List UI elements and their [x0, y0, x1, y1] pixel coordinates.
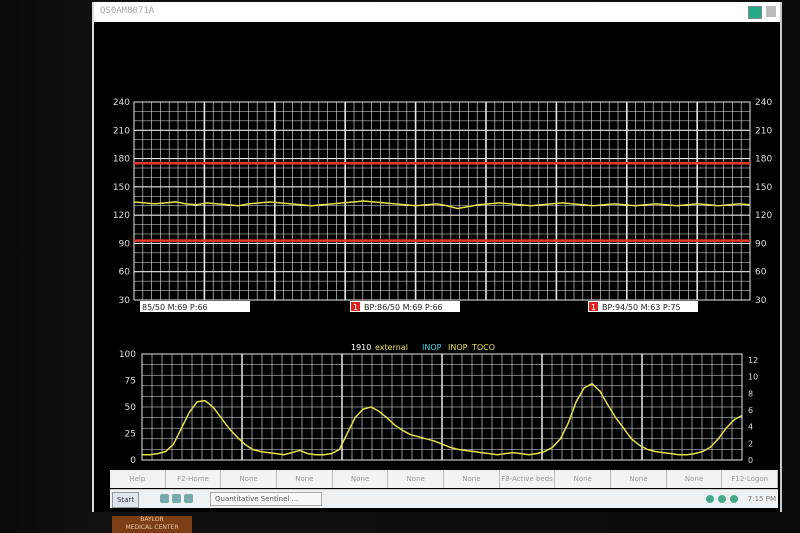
- y-tick-label: 150: [113, 183, 130, 193]
- y-tick-label: 4: [748, 423, 753, 432]
- bp-status-boxes: 85/50 M:69 P:66 1 BP:86/50 M:69 P:66 1 BP:94…: [140, 301, 698, 312]
- toco-label: TOCO: [471, 343, 495, 352]
- y-tick-label: 6: [748, 406, 753, 415]
- y-tick-label: 2: [748, 439, 753, 448]
- hospital-sticker: BAYLOR MEDICAL CENTER: [112, 516, 192, 533]
- sticker-line-1: BAYLOR: [140, 516, 164, 523]
- y-tick-label: 180: [113, 155, 130, 165]
- y-tick-label: 210: [113, 126, 130, 136]
- fkey-button[interactable]: Help: [110, 470, 166, 488]
- fkey-button[interactable]: F12-Logon: [722, 470, 779, 488]
- toco-source: external: [375, 343, 408, 352]
- fkey-button[interactable]: F8-Active beds: [500, 470, 556, 488]
- y-tick-label: 8: [748, 389, 753, 398]
- y-tick-label: 150: [755, 183, 772, 193]
- fkey-button[interactable]: None: [611, 470, 667, 488]
- window-close-icon[interactable]: [766, 6, 776, 17]
- function-key-bar: Help F2-Home None None None None None F8-Active…: [110, 470, 779, 488]
- y-tick-label: 75: [125, 377, 136, 387]
- y-tick-label: 60: [755, 268, 767, 278]
- bp-status-box: 85/50 M:69 P:66: [140, 301, 250, 312]
- vitals-y-axis-left: 240 210 180 150 120 90 60 30: [113, 98, 130, 306]
- start-button[interactable]: Start: [112, 492, 140, 508]
- window-control-icon[interactable]: [748, 6, 762, 19]
- toco-chart: 1910 external INOP INOP TOCO 1007550250 …: [119, 343, 758, 466]
- system-tray: 7:15 PM: [666, 492, 776, 506]
- window-titlebar: QS0AM8071A: [94, 2, 780, 22]
- fkey-button[interactable]: None: [388, 470, 445, 488]
- toco-time: 1910: [351, 343, 371, 352]
- y-tick-label: 100: [119, 350, 136, 360]
- alarm-flag-label: 1: [353, 303, 358, 312]
- tray-clock: 7:15 PM: [747, 495, 776, 503]
- alarm-flag-label: 1: [591, 303, 596, 312]
- browser-icon[interactable]: [172, 494, 181, 503]
- bp-status-box: 1 BP:94/50 M:63 P:75: [588, 301, 698, 312]
- taskbar-item-quantitative-sentinel[interactable]: Quantitative Sentinel ...: [210, 492, 322, 506]
- bp-status-text: BP:94/50 M:63 P:75: [602, 303, 681, 312]
- fkey-button[interactable]: None: [555, 470, 612, 488]
- monitor-screen: QS0AM8071A 240 210 180 150 120 90 60 30 240 210 1…: [92, 2, 782, 512]
- y-tick-label: 90: [755, 239, 767, 249]
- tray-network-icon[interactable]: [705, 495, 714, 503]
- fkey-button[interactable]: None: [221, 470, 278, 488]
- fkey-button[interactable]: None: [333, 470, 389, 488]
- fkey-button[interactable]: None: [444, 470, 500, 488]
- windows-taskbar: Start Quantitative Sentinel ... 7:15 PM: [110, 489, 778, 508]
- fkey-button[interactable]: None: [277, 470, 333, 488]
- fkey-button[interactable]: F2-Home: [166, 470, 222, 488]
- toco-y-axis-left: 100 75 50 25 0: [119, 350, 136, 466]
- bp-status-box: 1 BP:86/50 M:69 P:66: [350, 301, 460, 312]
- app-icon[interactable]: [184, 494, 193, 503]
- vitals-chart-grid: [133, 101, 751, 301]
- y-tick-label: 12: [748, 356, 758, 365]
- sticker-line-2: MEDICAL CENTER: [125, 524, 179, 531]
- bp-status-text: 85/50 M:69 P:66: [142, 303, 208, 312]
- y-tick-label: 120: [113, 211, 130, 221]
- y-tick-label: 120: [755, 211, 772, 221]
- y-tick-label: 240: [113, 98, 130, 108]
- y-tick-label: 240: [755, 98, 772, 108]
- toco-header: 1910 external INOP INOP TOCO: [351, 343, 495, 352]
- y-tick-label: 60: [119, 268, 131, 278]
- tray-update-icon[interactable]: [729, 495, 738, 503]
- start-label: Start: [117, 496, 135, 504]
- bp-status-text: BP:86/50 M:69 P:66: [364, 303, 443, 312]
- toco-y-axis-right: 12 10 8 6 4 2 0: [748, 356, 758, 465]
- window-title: QS0AM8071A: [100, 6, 155, 16]
- y-tick-label: 0: [130, 456, 136, 466]
- y-tick-label: 30: [755, 296, 767, 306]
- toco-status-1: INOP: [422, 343, 442, 352]
- toco-status-2: INOP: [448, 343, 468, 352]
- vitals-trend-chart: 240 210 180 150 120 90 60 30 240 210 180 150 120 90 6…: [113, 98, 772, 312]
- quick-launch: [160, 494, 204, 504]
- vitals-y-axis-right: 240 210 180 150 120 90 60 30: [755, 98, 772, 306]
- y-tick-label: 210: [755, 126, 772, 136]
- y-tick-label: 50: [125, 403, 137, 413]
- y-tick-label: 90: [119, 239, 131, 249]
- fkey-button[interactable]: None: [667, 470, 723, 488]
- taskbar-item-label: Quantitative Sentinel ...: [215, 495, 299, 503]
- y-tick-label: 10: [748, 373, 758, 382]
- y-tick-label: 30: [119, 296, 131, 306]
- y-tick-label: 0: [748, 456, 753, 465]
- tray-security-icon[interactable]: [717, 495, 726, 503]
- y-tick-label: 180: [755, 155, 772, 165]
- y-tick-label: 25: [125, 430, 136, 440]
- desktop-icon[interactable]: [160, 494, 169, 503]
